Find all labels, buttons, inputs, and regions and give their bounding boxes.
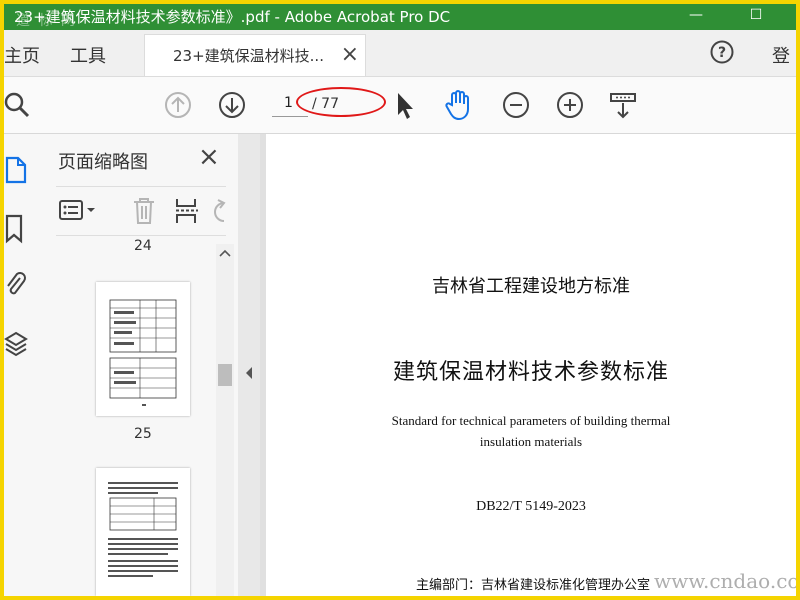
close-panel-button[interactable]: × [198, 142, 220, 172]
select-pointer-icon[interactable] [394, 91, 416, 121]
zoom-in-icon[interactable] [556, 91, 584, 119]
watermark-logo: 道 标 网 [16, 13, 77, 29]
panel-toolbar [56, 186, 226, 236]
doc-standard-number: DB22/T 5149-2023 [476, 499, 586, 514]
next-page-icon[interactable] [218, 91, 246, 119]
delete-icon[interactable] [132, 197, 156, 225]
sign-in-link[interactable]: 登 [772, 42, 790, 68]
scroll-up-icon[interactable] [219, 248, 231, 258]
tab-bar: 主页 工具 23+建筑保温材料技... × ? 登 [4, 30, 796, 77]
thumbnails-panel: 页面缩略图 × 24 25 [38, 134, 239, 596]
insert-page-icon[interactable] [174, 197, 200, 225]
doc-title-zh: 建筑保温材料技术参数标准 [392, 360, 669, 385]
toolbar: 1 / 77 [4, 77, 796, 134]
doc-editor-dept: 主编部门：吉林省建设标准化管理办公室 [416, 578, 651, 593]
doc-standard-category: 吉林省工程建设地方标准 [432, 276, 630, 297]
svg-text:?: ? [718, 45, 726, 61]
search-icon[interactable] [4, 91, 32, 119]
tab-document[interactable]: 23+建筑保温材料技... × [144, 34, 366, 76]
thumbnails-scrollbar[interactable] [216, 244, 234, 596]
minimize-button[interactable]: — [676, 4, 716, 30]
thumbnail-page-26[interactable] [96, 468, 190, 596]
scrollbar-thumb[interactable] [218, 364, 232, 386]
layers-icon[interactable] [4, 330, 28, 360]
page-thumbnails-icon[interactable] [4, 156, 28, 184]
thumbnail-label-25: 25 [134, 426, 152, 442]
options-menu-icon[interactable] [58, 199, 100, 223]
acrobat-window: 23+建筑保温材料技术参数标准》.pdf - Adobe Acrobat Pro… [4, 4, 796, 596]
tab-tools[interactable]: 工具 [70, 42, 106, 68]
collapse-panel-icon[interactable] [244, 366, 254, 380]
read-mode-icon[interactable] [608, 91, 638, 121]
question-circle-icon[interactable]: ? [710, 40, 734, 64]
thumbnail-content [108, 482, 178, 577]
prev-page-icon[interactable] [164, 91, 192, 119]
doc-title-en-line2: insulation materials [479, 434, 583, 449]
close-tab-button[interactable]: × [341, 42, 359, 67]
site-watermark: www.cndao.com [654, 569, 796, 593]
rotate-icon[interactable] [212, 199, 226, 225]
document-view[interactable]: 吉林省工程建设地方标准 建筑保温材料技术参数标准 Standard for te… [260, 134, 796, 596]
tab-home[interactable]: 主页 [4, 42, 40, 68]
left-icon-rail [4, 134, 39, 596]
title-bar: 23+建筑保温材料技术参数标准》.pdf - Adobe Acrobat Pro… [4, 4, 796, 30]
window-title: 23+建筑保温材料技术参数标准》.pdf - Adobe Acrobat Pro… [14, 8, 451, 26]
thumbnail-label-24: 24 [134, 238, 152, 254]
doc-title-en-line1: Standard for technical parameters of bui… [391, 413, 671, 428]
pdf-page: 吉林省工程建设地方标准 建筑保温材料技术参数标准 Standard for te… [266, 134, 796, 596]
thumbnail-page-25[interactable] [96, 282, 190, 416]
maximize-button[interactable]: ☐ [736, 4, 776, 30]
document-tab-label: 23+建筑保温材料技... [173, 47, 324, 65]
annotation-ellipse [296, 87, 386, 117]
panel-splitter[interactable] [238, 134, 260, 596]
doc-title-en: Standard for technical parameters of bui… [266, 410, 796, 452]
panel-title: 页面缩略图 [58, 152, 148, 173]
zoom-out-icon[interactable] [502, 91, 530, 119]
bookmark-icon[interactable] [4, 214, 26, 244]
attachment-icon[interactable] [4, 270, 28, 300]
thumbnail-content [109, 299, 177, 406]
hand-tool-icon[interactable] [444, 89, 474, 121]
